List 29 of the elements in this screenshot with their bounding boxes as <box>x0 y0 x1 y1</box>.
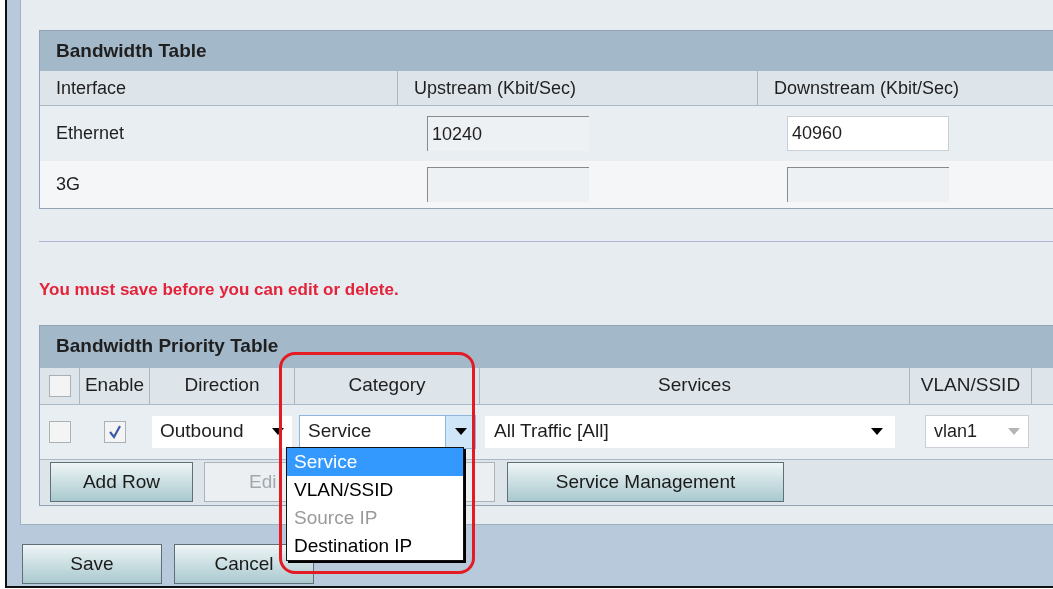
column-header: Upstream (Kbit/Sec) <box>398 71 758 105</box>
button[interactable]: Save <box>22 544 162 584</box>
warning-message: You must save before you can edit or delete. <box>39 279 400 301</box>
checkbox[interactable] <box>49 420 71 443</box>
dropdown[interactable]: Outbound <box>152 415 292 448</box>
caret-icon <box>272 428 284 435</box>
dropdown-option[interactable]: VLAN/SSID <box>287 476 463 504</box>
column-header: Direction <box>150 367 295 404</box>
table-cell-text: Ethernet <box>55 122 126 145</box>
column-header: VLAN/SSID <box>910 367 1032 404</box>
input-field[interactable]: 40960 <box>787 116 949 151</box>
caret-icon <box>871 428 883 435</box>
table-title: Bandwidth Priority Table <box>40 325 1053 368</box>
dropdown[interactable]: Service <box>299 414 476 449</box>
button[interactable]: Add Row <box>50 462 193 502</box>
checkbox[interactable] <box>48 374 71 397</box>
table-cell-text: 3G <box>55 173 81 196</box>
column-header: Services <box>480 367 910 404</box>
column-header: Category <box>295 367 480 404</box>
table-title: Bandwidth Table <box>40 31 1053 71</box>
caret-icon <box>454 428 467 435</box>
checkmark-icon <box>108 424 122 439</box>
button[interactable]: Service Management <box>507 462 784 502</box>
checkbox[interactable] <box>104 420 126 443</box>
column-header: Interface <box>40 71 398 105</box>
column-header: Downstream (Kbit/Sec) <box>773 76 961 100</box>
dropdown[interactable]: All Traffic [All] <box>485 415 895 448</box>
column-header: Enable <box>80 367 150 404</box>
caret-icon <box>1008 428 1020 435</box>
